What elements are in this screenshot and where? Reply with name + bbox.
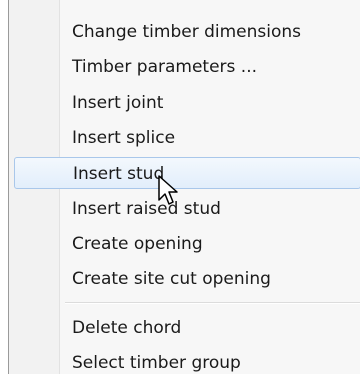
menu-item-delete-chord[interactable]: Delete chord [9, 312, 360, 344]
menu-item-create-site-cut-opening[interactable]: Create site cut opening [9, 263, 360, 295]
menu-item-timber-parameters[interactable]: Timber parameters ... [9, 51, 360, 83]
menu-item-label: Create site cut opening [72, 269, 271, 289]
menu-item-label: Timber parameters ... [72, 57, 258, 77]
menu-item-change-timber-dimensions[interactable]: Change timber dimensions [9, 16, 360, 48]
menu-item-label: Delete chord [72, 318, 182, 338]
menu-item-create-opening[interactable]: Create opening [9, 228, 360, 260]
menu-item-label: Create opening [72, 234, 203, 254]
menu-item-insert-splice[interactable]: Insert splice [9, 122, 360, 154]
context-menu: Change timber dimensions Timber paramete… [8, 0, 360, 374]
arrow-pointer-icon [158, 175, 178, 205]
menu-item-label: Change timber dimensions [72, 22, 302, 42]
menu-item-label: Insert joint [72, 93, 164, 113]
menu-item-label: Select timber group [72, 353, 241, 373]
menu-separator [65, 302, 360, 304]
menu-item-insert-raised-stud[interactable]: Insert raised stud [9, 193, 360, 225]
menu-item-label: Insert splice [72, 128, 176, 148]
screenshot-frame: Change timber dimensions Timber paramete… [0, 0, 360, 374]
menu-item-label: Insert raised stud [72, 199, 221, 219]
menu-item-insert-stud[interactable]: Insert stud [14, 157, 360, 189]
menu-item-select-timber-group[interactable]: Select timber group [9, 347, 360, 379]
menu-item-label: Insert stud [73, 164, 165, 184]
menu-item-insert-joint[interactable]: Insert joint [9, 87, 360, 119]
